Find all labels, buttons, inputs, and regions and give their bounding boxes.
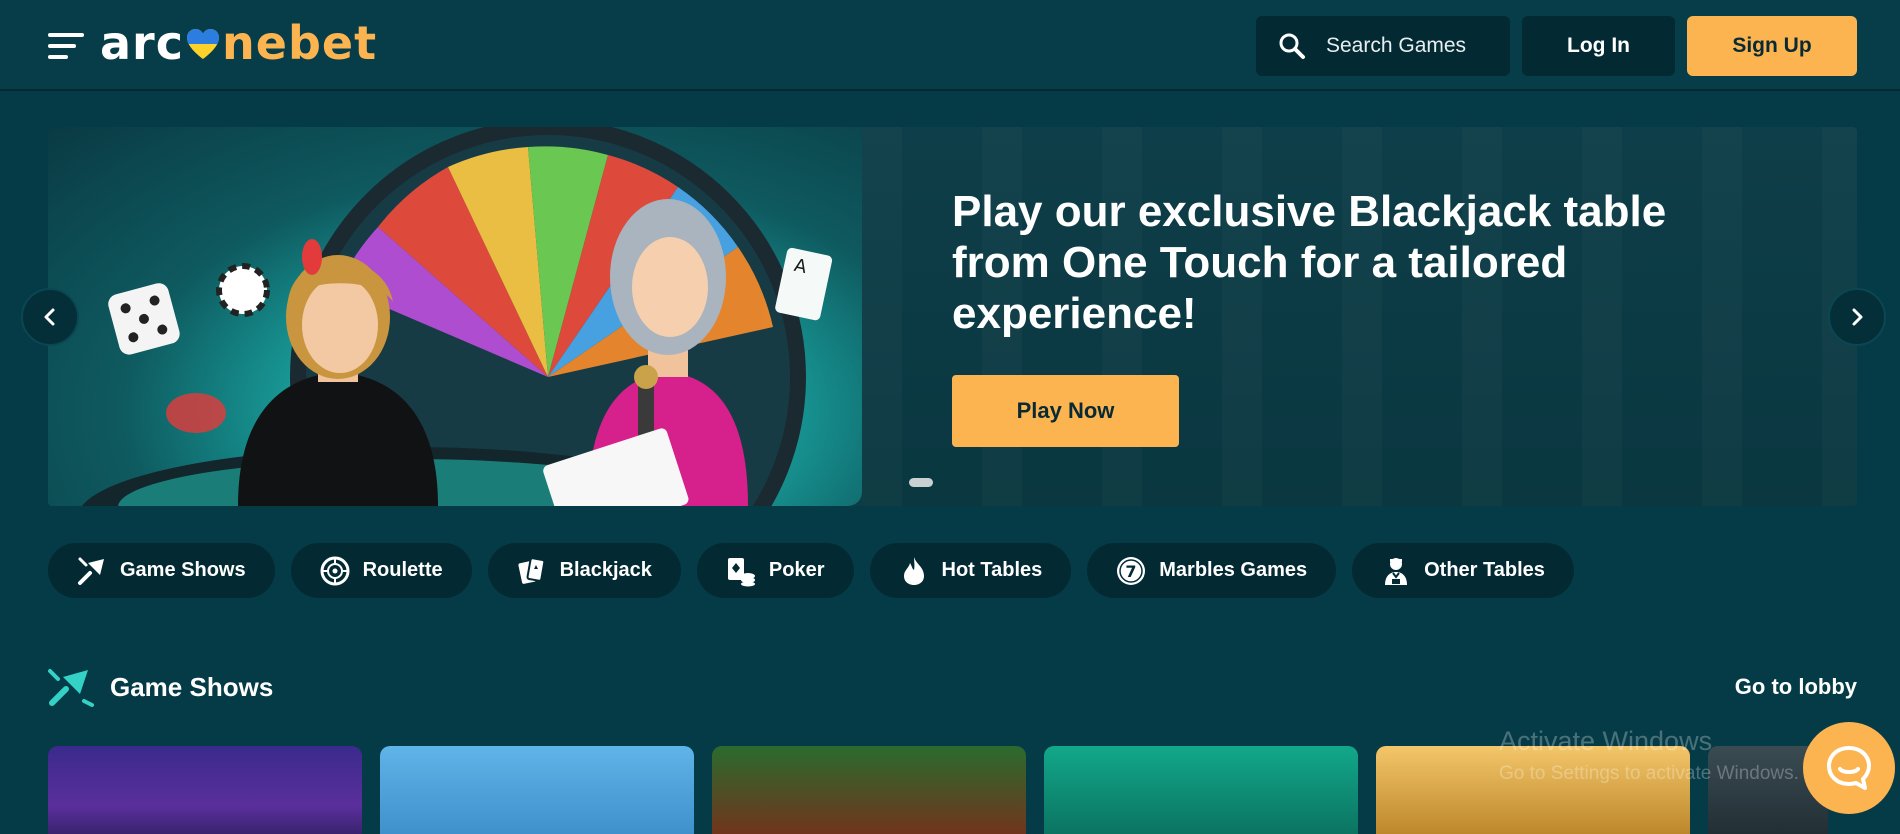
category-blackjack[interactable]: Blackjack	[487, 543, 681, 598]
play-now-button[interactable]: Play Now	[952, 375, 1179, 447]
watermark-line1: Activate Windows	[1499, 726, 1713, 756]
category-label: Blackjack	[559, 559, 652, 581]
blackjack-icon	[518, 556, 545, 584]
marble-7-icon: 7	[1117, 556, 1146, 585]
search-games-input[interactable]: Search Games	[1256, 16, 1510, 76]
svg-text:7: 7	[1126, 562, 1137, 581]
windows-activation-watermark: Activate Windows Go to Settings to activ…	[1499, 726, 1799, 785]
slider-dot[interactable]	[909, 478, 933, 487]
login-button[interactable]: Log In	[1522, 16, 1675, 76]
chat-bubble-icon	[1827, 746, 1871, 790]
chevron-right-icon	[1852, 308, 1863, 326]
top-header: arc ne bet Search Games Log In Sign Up	[0, 0, 1900, 91]
category-poker[interactable]: Poker	[696, 543, 854, 598]
category-other-tables[interactable]: Other Tables	[1352, 543, 1574, 598]
hero-illustration: A	[82, 127, 833, 506]
poker-icon	[727, 557, 755, 586]
category-roulette[interactable]: Roulette	[290, 543, 472, 598]
hero-banner: A Play our exclusive Blackjack table fro…	[48, 127, 1857, 506]
menu-icon[interactable]	[48, 33, 84, 61]
category-label: Hot Tables	[941, 559, 1043, 581]
category-hot-tables[interactable]: Hot Tables	[869, 543, 1072, 598]
game-card[interactable]	[380, 746, 694, 834]
game-card[interactable]	[48, 746, 362, 834]
chevron-left-icon	[44, 308, 55, 326]
game-shows-icon	[78, 557, 104, 585]
live-chat-button[interactable]	[1803, 722, 1895, 814]
watermark-line2: Go to Settings to activate Windows.	[1499, 763, 1799, 784]
search-placeholder: Search Games	[1326, 34, 1467, 57]
logo-text-ne: ne	[222, 16, 288, 70]
category-label: Poker	[768, 559, 825, 581]
game-shows-section-icon	[48, 669, 94, 707]
category-label: Marbles Games	[1159, 559, 1308, 581]
category-marbles-games[interactable]: 7 Marbles Games	[1087, 543, 1337, 598]
roulette-icon	[320, 556, 350, 585]
logo-text-arc: arc	[100, 16, 184, 70]
game-card[interactable]	[712, 746, 1026, 834]
carousel-next-button[interactable]	[1828, 288, 1886, 346]
category-label: Other Tables	[1424, 559, 1545, 581]
logo-text-bet: bet	[287, 16, 378, 70]
section-title: Game Shows	[110, 671, 274, 702]
dealer-icon	[1385, 557, 1408, 585]
flame-icon	[903, 556, 924, 585]
hero-image-dealers: A	[48, 127, 862, 506]
section-header: Game Shows	[48, 667, 273, 707]
category-game-shows[interactable]: Game Shows	[48, 543, 275, 598]
arconebet-logo[interactable]: arc ne bet	[100, 18, 377, 68]
category-tabs: Game Shows Roulette Blackjack Poker Hot …	[48, 543, 1574, 598]
signup-button[interactable]: Sign Up	[1687, 16, 1857, 76]
game-card[interactable]	[1044, 746, 1358, 834]
search-icon	[1279, 33, 1305, 59]
carousel-prev-button[interactable]	[21, 288, 79, 346]
hero-title: Play our exclusive Blackjack table from …	[952, 187, 1667, 338]
category-label: Game Shows	[120, 559, 246, 581]
ukraine-heart-icon	[187, 29, 219, 59]
go-to-lobby-link[interactable]: Go to lobby	[1735, 674, 1857, 700]
category-label: Roulette	[362, 559, 443, 581]
